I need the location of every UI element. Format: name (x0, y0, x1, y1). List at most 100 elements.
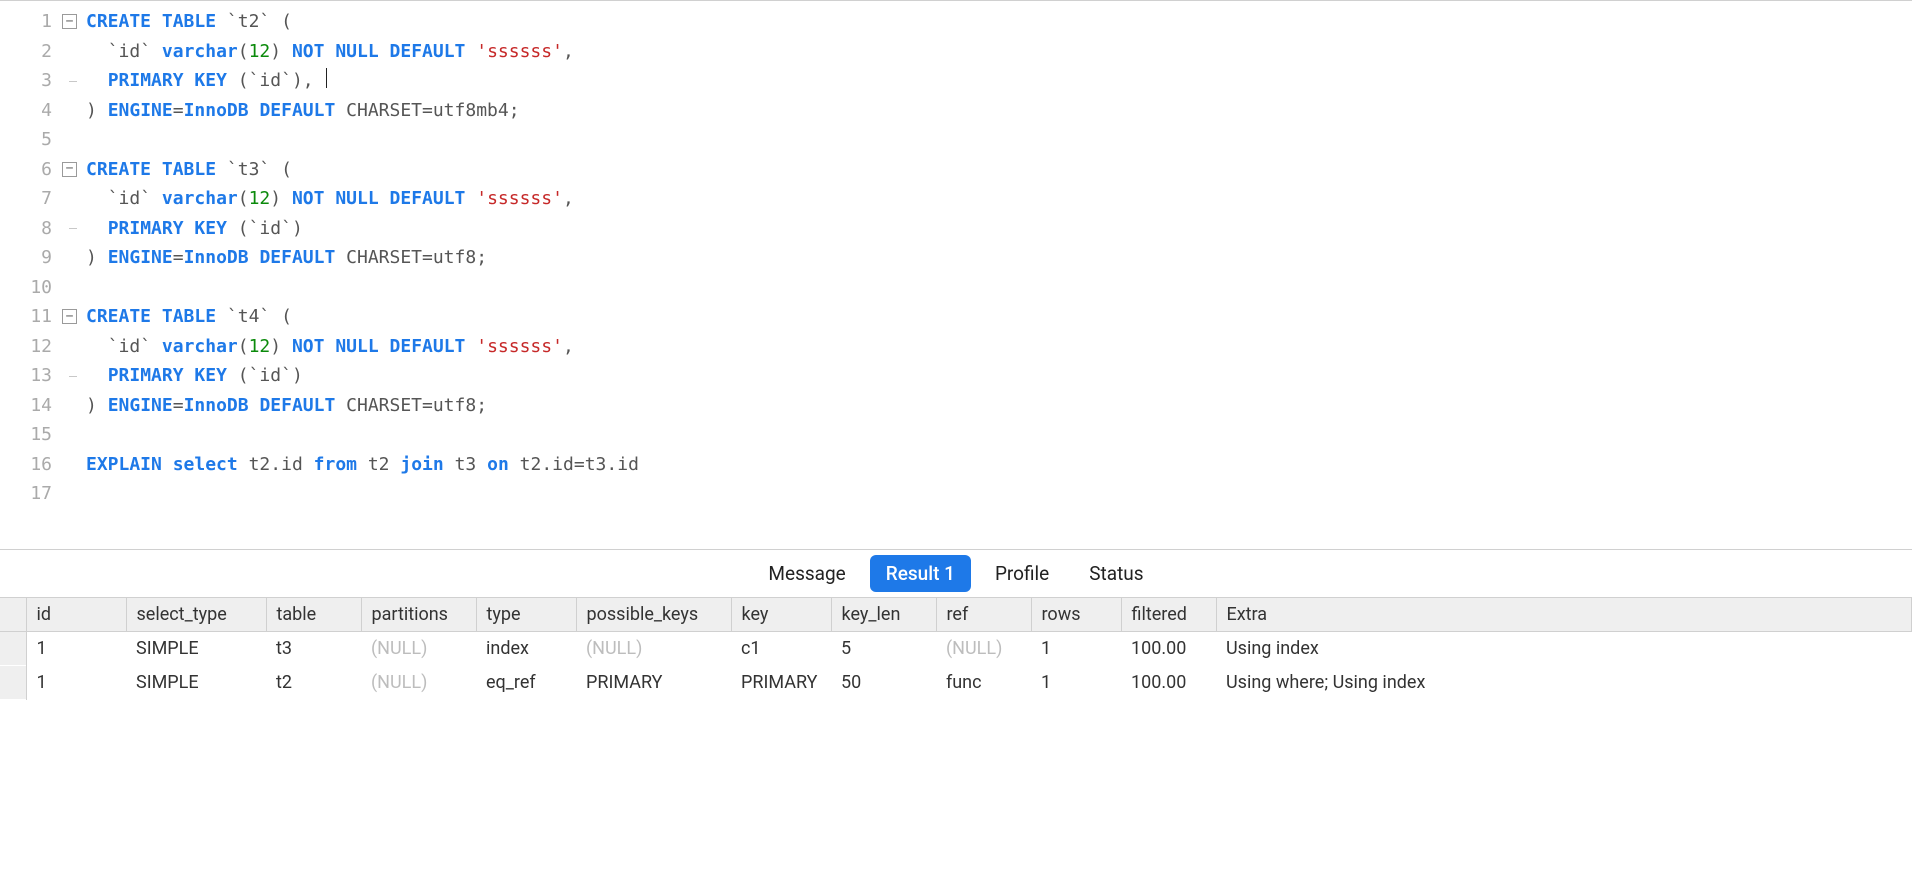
token-plain (216, 306, 227, 327)
code-line[interactable]: 1−CREATE TABLE `t2` ( (0, 7, 1912, 37)
token-punct: = (574, 454, 585, 475)
cell-key[interactable]: c1 (731, 632, 831, 666)
col-select_type[interactable]: select_type (126, 598, 266, 632)
token-plain (335, 395, 346, 416)
code-line[interactable]: 2 `id` varchar(12) NOT NULL DEFAULT 'sss… (0, 37, 1912, 67)
code-line[interactable]: 8 PRIMARY KEY (`id`) (0, 214, 1912, 244)
tab-result-1[interactable]: Result 1 (870, 555, 971, 592)
fold-toggle-icon[interactable]: − (62, 309, 77, 324)
col-filtered[interactable]: filtered (1121, 598, 1216, 632)
token-punct: ) (86, 247, 97, 268)
code-line[interactable]: 9) ENGINE=InnoDB DEFAULT CHARSET=utf8; (0, 243, 1912, 273)
cell-rows[interactable]: 1 (1031, 632, 1121, 666)
token-plain (227, 365, 238, 386)
code-content[interactable]: EXPLAIN select t2.id from t2 join t3 on … (82, 450, 1912, 480)
code-line[interactable]: 4) ENGINE=InnoDB DEFAULT CHARSET=utf8mb4… (0, 96, 1912, 126)
col-table[interactable]: table (266, 598, 361, 632)
cell-filtered[interactable]: 100.00 (1121, 632, 1216, 666)
cell-possible_keys[interactable]: (NULL) (576, 632, 731, 666)
code-content[interactable]: `id` varchar(12) NOT NULL DEFAULT 'sssss… (82, 332, 1912, 362)
code-content[interactable]: ) ENGINE=InnoDB DEFAULT CHARSET=utf8; (82, 391, 1912, 421)
code-line[interactable]: 12 `id` varchar(12) NOT NULL DEFAULT 'ss… (0, 332, 1912, 362)
sql-editor[interactable]: 1−CREATE TABLE `t2` (2 `id` varchar(12) … (0, 0, 1912, 550)
fold-toggle-icon[interactable]: − (62, 14, 77, 29)
col-ref[interactable]: ref (936, 598, 1031, 632)
code-content[interactable]: CREATE TABLE `t2` ( (82, 7, 1912, 37)
table-row[interactable]: 1SIMPLEt3(NULL)index(NULL)c15(NULL)1100.… (0, 632, 1912, 666)
code-content[interactable]: PRIMARY KEY (`id`), (82, 66, 1912, 96)
col-type[interactable]: type (476, 598, 576, 632)
col-id[interactable]: id (26, 598, 126, 632)
code-line[interactable]: 10 (0, 273, 1912, 303)
tab-status[interactable]: Status (1073, 555, 1159, 592)
code-line[interactable]: 11−CREATE TABLE `t4` ( (0, 302, 1912, 332)
token-punct: ) (270, 336, 281, 357)
cell-key_len[interactable]: 50 (831, 666, 936, 700)
code-content[interactable]: `id` varchar(12) NOT NULL DEFAULT 'sssss… (82, 184, 1912, 214)
code-line[interactable]: 16EXPLAIN select t2.id from t2 join t3 o… (0, 450, 1912, 480)
token-punct: , (563, 41, 574, 62)
cell-extra[interactable]: Using where; Using index (1216, 666, 1912, 700)
code-content[interactable]: `id` varchar(12) NOT NULL DEFAULT 'sssss… (82, 37, 1912, 67)
col-partitions[interactable]: partitions (361, 598, 476, 632)
code-line[interactable]: 5 (0, 125, 1912, 155)
token-plain (303, 454, 314, 475)
col-key_len[interactable]: key_len (831, 598, 936, 632)
cell-id[interactable]: 1 (26, 632, 126, 666)
row-header[interactable] (0, 632, 26, 666)
col-possible_keys[interactable]: possible_keys (576, 598, 731, 632)
token-punct: = (422, 100, 433, 121)
table-row[interactable]: 1SIMPLEt2(NULL)eq_refPRIMARYPRIMARY50fun… (0, 666, 1912, 700)
fold-toggle-icon[interactable]: − (62, 162, 77, 177)
code-line[interactable]: 7 `id` varchar(12) NOT NULL DEFAULT 'sss… (0, 184, 1912, 214)
cell-ref[interactable]: (NULL) (936, 632, 1031, 666)
token-plain: t2 (368, 454, 390, 475)
cell-type[interactable]: eq_ref (476, 666, 576, 700)
line-number: 15 (0, 420, 60, 450)
col-key[interactable]: key (731, 598, 831, 632)
cell-partitions[interactable]: (NULL) (361, 666, 476, 700)
code-content[interactable]: PRIMARY KEY (`id`) (82, 214, 1912, 244)
col-rows[interactable]: rows (1031, 598, 1121, 632)
token-plain (281, 188, 292, 209)
code-line[interactable]: 6−CREATE TABLE `t3` ( (0, 155, 1912, 185)
cell-partitions[interactable]: (NULL) (361, 632, 476, 666)
tab-profile[interactable]: Profile (979, 555, 1065, 592)
cell-type[interactable]: index (476, 632, 576, 666)
code-content[interactable]: PRIMARY KEY (`id`) (82, 361, 1912, 391)
cell-filtered[interactable]: 100.00 (1121, 666, 1216, 700)
code-content[interactable]: CREATE TABLE `t3` ( (82, 155, 1912, 185)
cell-possible_keys[interactable]: PRIMARY (576, 666, 731, 700)
cell-extra[interactable]: Using index (1216, 632, 1912, 666)
row-header[interactable] (0, 666, 26, 700)
token-punct: ; (476, 247, 487, 268)
cell-select_type[interactable]: SIMPLE (126, 666, 266, 700)
cell-table[interactable]: t3 (266, 632, 361, 666)
token-plain (465, 336, 476, 357)
token-punct: ) (292, 365, 303, 386)
cell-ref[interactable]: func (936, 666, 1031, 700)
code-line[interactable]: 13 PRIMARY KEY (`id`) (0, 361, 1912, 391)
code-line[interactable]: 17 (0, 479, 1912, 509)
code-content[interactable]: ) ENGINE=InnoDB DEFAULT CHARSET=utf8mb4; (82, 96, 1912, 126)
col-extra[interactable]: Extra (1216, 598, 1912, 632)
code-line[interactable]: 15 (0, 420, 1912, 450)
token-plain (227, 70, 238, 91)
cell-id[interactable]: 1 (26, 666, 126, 700)
token-punct: ( (281, 11, 292, 32)
token-plain (86, 41, 108, 62)
code-line[interactable]: 14) ENGINE=InnoDB DEFAULT CHARSET=utf8; (0, 391, 1912, 421)
cell-key_len[interactable]: 5 (831, 632, 936, 666)
tab-message[interactable]: Message (752, 555, 861, 592)
code-content[interactable]: ) ENGINE=InnoDB DEFAULT CHARSET=utf8; (82, 243, 1912, 273)
cell-select_type[interactable]: SIMPLE (126, 632, 266, 666)
token-plain (97, 100, 108, 121)
cell-rows[interactable]: 1 (1031, 666, 1121, 700)
token-plain: CHARSET (346, 395, 422, 416)
token-plain (86, 218, 108, 239)
code-content[interactable]: CREATE TABLE `t4` ( (82, 302, 1912, 332)
code-line[interactable]: 3 PRIMARY KEY (`id`), (0, 66, 1912, 96)
cell-key[interactable]: PRIMARY (731, 666, 831, 700)
token-kw: InnoDB (184, 395, 249, 416)
cell-table[interactable]: t2 (266, 666, 361, 700)
